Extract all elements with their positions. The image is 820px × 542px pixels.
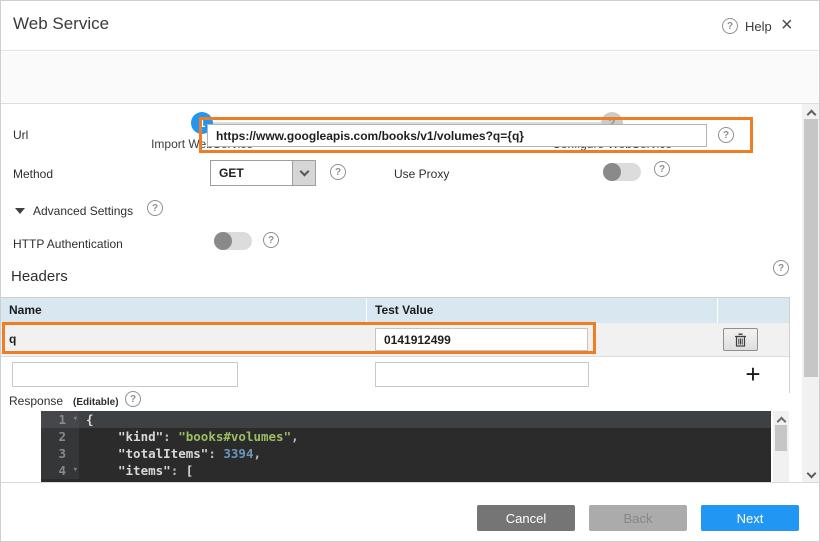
line-number: 2: [41, 428, 79, 445]
back-button[interactable]: Back: [589, 505, 687, 531]
add-row-button[interactable]: +: [738, 358, 768, 390]
toggle-knob: [603, 163, 621, 181]
http-auth-help-icon[interactable]: ?: [263, 232, 279, 248]
fold-icon[interactable]: ▾: [73, 462, 78, 479]
code-line: 2 "kind": "books#volumes",: [41, 428, 771, 445]
column-header-test-value: Test Value: [367, 298, 718, 323]
trash-icon: [734, 333, 747, 347]
dialog-scrollbar[interactable]: [802, 104, 820, 482]
advanced-settings-help-icon[interactable]: ?: [147, 200, 163, 216]
header-test-value-input[interactable]: [375, 328, 588, 351]
method-label: Method: [13, 167, 53, 181]
new-header-name-input[interactable]: [12, 362, 238, 387]
http-auth-toggle[interactable]: [214, 232, 252, 250]
column-header-name: Name: [1, 298, 367, 323]
footer-divider: [1, 482, 819, 483]
code-line: 3 "totalItems": 3394,: [41, 445, 771, 462]
dialog-title: Web Service: [13, 14, 109, 34]
method-dropdown-button[interactable]: [292, 161, 315, 185]
url-help-icon[interactable]: ?: [718, 127, 734, 143]
method-help-icon[interactable]: ?: [330, 164, 346, 180]
code-line: 4▾ "items": [: [41, 462, 771, 479]
method-select[interactable]: GET: [210, 160, 316, 186]
code-line: 1▾ {: [41, 411, 771, 428]
web-service-dialog: Web Service ? Help × 1 Import WebService…: [0, 0, 820, 542]
dialog-scrollbar-thumb[interactable]: [804, 119, 818, 377]
editor-scrollbar[interactable]: [773, 411, 789, 482]
cancel-button[interactable]: Cancel: [477, 505, 575, 531]
url-input[interactable]: [207, 124, 707, 147]
line-number: 4▾: [41, 462, 79, 479]
response-label: Response: [9, 394, 63, 408]
advanced-settings-label[interactable]: Advanced Settings: [33, 204, 133, 218]
help-icon[interactable]: ?: [722, 18, 738, 34]
column-header-actions: [718, 298, 788, 323]
use-proxy-label: Use Proxy: [394, 167, 449, 181]
response-editable-label: (Editable): [73, 397, 119, 408]
headers-table-header: Name Test Value: [1, 298, 789, 323]
method-selected-value: GET: [211, 161, 292, 185]
next-button[interactable]: Next: [701, 505, 799, 531]
delete-row-button[interactable]: [723, 328, 758, 351]
scroll-up-icon[interactable]: [802, 108, 820, 118]
help-link[interactable]: Help: [745, 19, 772, 34]
dialog-header: Web Service ? Help ×: [1, 1, 819, 51]
table-new-row: +: [1, 357, 789, 393]
headers-title: Headers: [11, 268, 68, 285]
editor-scrollbar-thumb[interactable]: [775, 425, 787, 451]
use-proxy-toggle[interactable]: [603, 163, 641, 181]
response-help-icon[interactable]: ?: [125, 391, 141, 407]
wizard-stepper: 1 Import WebService 2 Configure WebServi…: [1, 52, 819, 104]
close-icon[interactable]: ×: [781, 13, 793, 37]
response-code-editor[interactable]: 1▾ { 2 "kind": "books#volumes", 3 "total…: [41, 411, 771, 482]
use-proxy-help-icon[interactable]: ?: [654, 161, 670, 177]
toggle-knob: [214, 232, 232, 250]
scroll-up-icon[interactable]: [773, 415, 789, 425]
advanced-settings-collapse-icon[interactable]: [15, 208, 25, 214]
headers-help-icon[interactable]: ?: [773, 260, 789, 276]
chevron-down-icon: [299, 167, 309, 177]
scroll-down-icon[interactable]: [802, 473, 820, 477]
headers-table: Name Test Value q: [1, 297, 790, 393]
triangle-down-icon: [15, 208, 25, 214]
fold-icon[interactable]: ▾: [73, 411, 78, 428]
line-number: 1▾: [41, 411, 79, 428]
url-label: Url: [13, 128, 28, 142]
header-name-value[interactable]: q: [9, 323, 16, 356]
new-header-test-value-input[interactable]: [375, 362, 589, 387]
table-row: q: [1, 323, 789, 357]
line-number: 3: [41, 445, 79, 462]
http-auth-label: HTTP Authentication: [13, 237, 123, 251]
